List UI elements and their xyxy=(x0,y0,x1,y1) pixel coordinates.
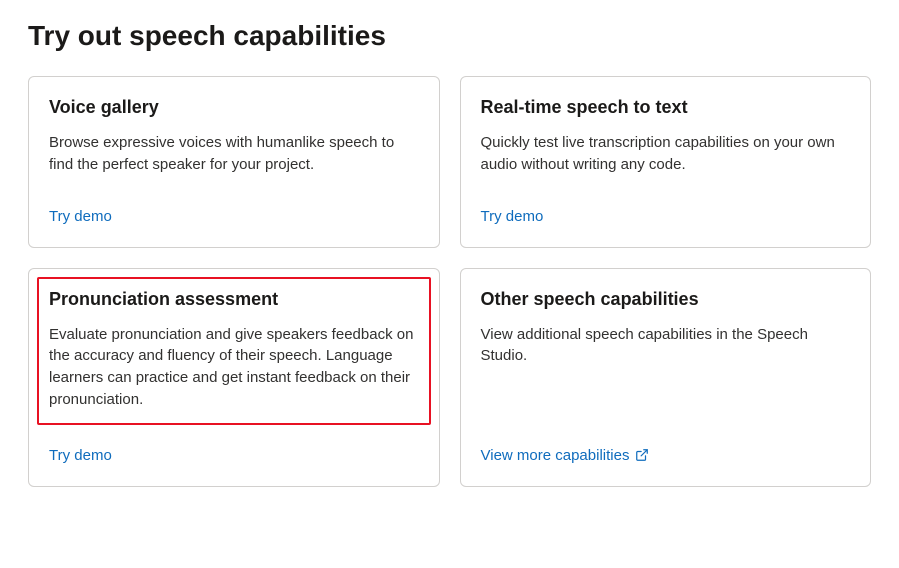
card-realtime-stt: Real-time speech to text Quickly test li… xyxy=(460,76,872,248)
card-voice-gallery: Voice gallery Browse expressive voices w… xyxy=(28,76,440,248)
page-title: Try out speech capabilities xyxy=(28,20,871,52)
card-title: Voice gallery xyxy=(49,97,419,118)
card-desc: Evaluate pronunciation and give speakers… xyxy=(49,324,419,411)
try-demo-link[interactable]: Try demo xyxy=(49,208,419,225)
try-demo-link[interactable]: Try demo xyxy=(481,208,851,225)
card-grid: Voice gallery Browse expressive voices w… xyxy=(28,76,871,487)
card-other-capabilities: Other speech capabilities View additiona… xyxy=(460,268,872,487)
card-desc: Quickly test live transcription capabili… xyxy=(481,132,851,176)
card-title: Pronunciation assessment xyxy=(49,289,419,310)
card-title: Real-time speech to text xyxy=(481,97,851,118)
highlight-box: Pronunciation assessment Evaluate pronun… xyxy=(37,277,431,425)
card-pronunciation-assessment: Pronunciation assessment Evaluate pronun… xyxy=(28,268,440,487)
view-more-link[interactable]: View more capabilities xyxy=(481,447,851,464)
link-label: View more capabilities xyxy=(481,447,630,464)
external-link-icon xyxy=(635,448,649,462)
card-desc: View additional speech capabilities in t… xyxy=(481,324,851,415)
card-title: Other speech capabilities xyxy=(481,289,851,310)
card-desc: Browse expressive voices with humanlike … xyxy=(49,132,419,176)
try-demo-link[interactable]: Try demo xyxy=(49,447,419,464)
